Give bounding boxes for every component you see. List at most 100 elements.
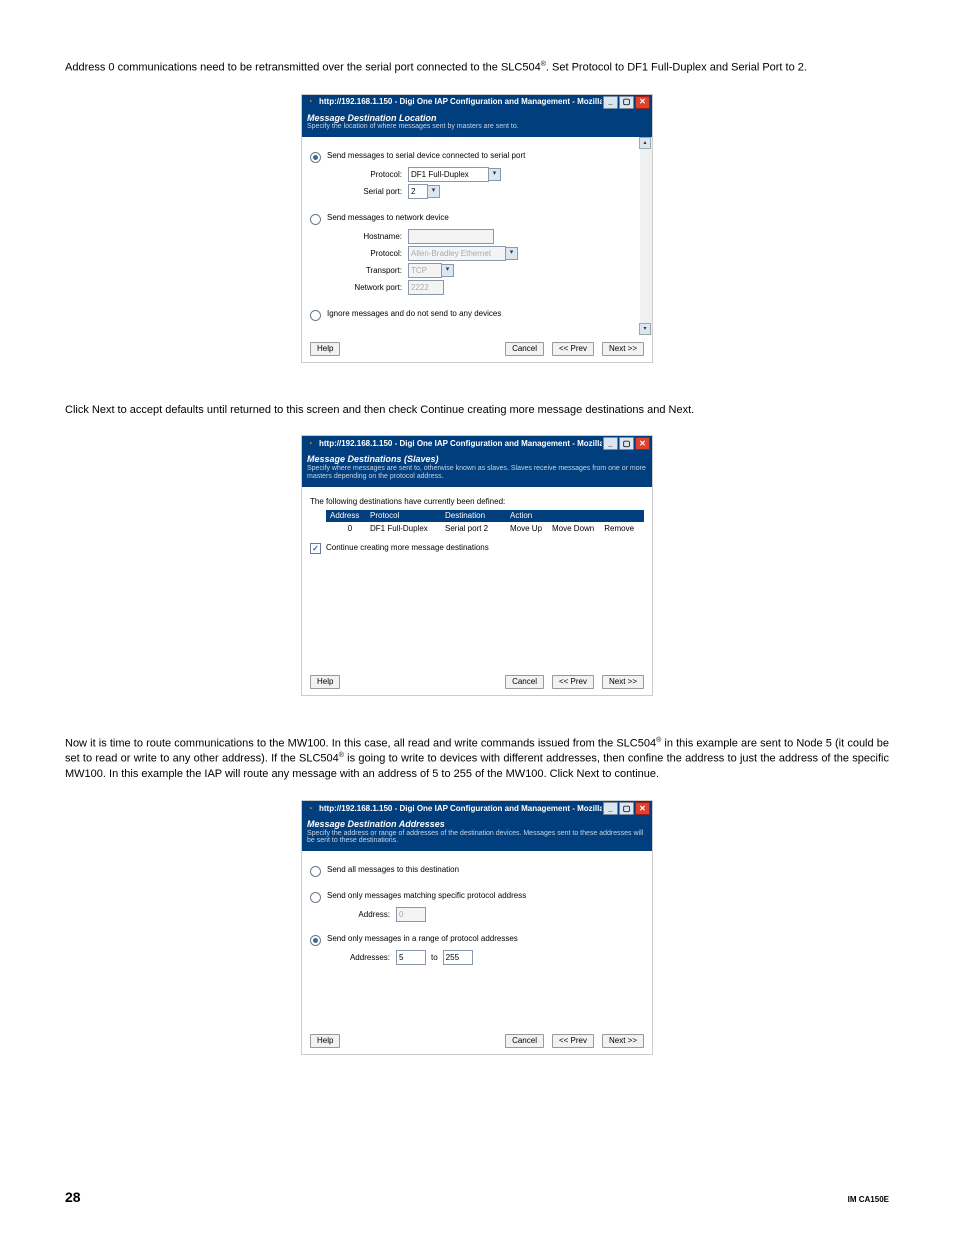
label-address: Address:: [340, 910, 390, 920]
action-move-down[interactable]: Move Down: [552, 524, 594, 534]
cancel-button[interactable]: Cancel: [505, 675, 544, 689]
label-to: to: [431, 953, 438, 963]
radio-icon: [310, 935, 321, 946]
radio-label: Ignore messages and do not send to any d…: [327, 309, 501, 319]
document-code: IM CA150E: [848, 1195, 889, 1204]
paragraph-1: Address 0 communications need to be retr…: [65, 60, 889, 76]
help-button[interactable]: Help: [310, 675, 340, 689]
panel-title: Message Destination Location: [307, 113, 647, 124]
radio-specific-address[interactable]: Send only messages matching specific pro…: [310, 891, 644, 903]
radio-all-messages[interactable]: Send all messages to this destination: [310, 865, 644, 877]
window-titlebar: ◔ http://192.168.1.150 - Digi One IAP Co…: [302, 95, 652, 110]
radio-label: Send only messages in a range of protoco…: [327, 934, 518, 944]
serial-port-select[interactable]: 2: [408, 184, 428, 199]
prev-button[interactable]: << Prev: [552, 1034, 594, 1048]
maximize-button[interactable]: ▢: [619, 96, 634, 109]
radio-network-device[interactable]: Send messages to network device: [310, 213, 632, 225]
next-button[interactable]: Next >>: [602, 675, 644, 689]
th-protocol: Protocol: [370, 511, 445, 521]
button-row: Help Cancel << Prev Next >>: [302, 668, 652, 695]
window-titlebar: ◔ http://192.168.1.150 - Digi One IAP Co…: [302, 801, 652, 816]
firefox-icon: ◔: [304, 438, 316, 450]
address-to-input[interactable]: 255: [443, 950, 473, 965]
label-protocol: Protocol:: [340, 170, 402, 180]
panel-subtitle: Specify where messages are sent to, othe…: [307, 465, 647, 480]
cell-destination: Serial port 2: [445, 524, 510, 534]
scroll-down-icon[interactable]: ▾: [639, 323, 651, 335]
button-row: Help Cancel << Prev Next >>: [302, 335, 652, 362]
label-addresses: Addresses:: [340, 953, 390, 963]
intro-text: The following destinations have currentl…: [310, 497, 644, 507]
panel-title: Message Destinations (Slaves): [307, 454, 647, 465]
paragraph-2: Click Next to accept defaults until retu…: [65, 403, 889, 418]
cell-protocol: DF1 Full-Duplex: [370, 524, 445, 534]
panel-subtitle: Specify the location of where messages s…: [307, 123, 647, 131]
radio-icon: [310, 310, 321, 321]
th-destination: Destination: [445, 511, 510, 521]
window-title: http://192.168.1.150 - Digi One IAP Conf…: [319, 439, 602, 449]
checkbox-icon: ✓: [310, 543, 321, 554]
help-button[interactable]: Help: [310, 1034, 340, 1048]
firefox-icon: ◔: [304, 96, 316, 108]
protocol-select[interactable]: DF1 Full-Duplex: [408, 167, 489, 182]
label-net-protocol: Protocol:: [340, 249, 402, 259]
radio-range-addresses[interactable]: Send only messages in a range of protoco…: [310, 934, 644, 946]
help-button[interactable]: Help: [310, 342, 340, 356]
window-title: http://192.168.1.150 - Digi One IAP Conf…: [319, 97, 602, 107]
cancel-button[interactable]: Cancel: [505, 1034, 544, 1048]
minimize-button[interactable]: _: [603, 437, 618, 450]
th-address: Address: [330, 511, 370, 521]
prev-button[interactable]: << Prev: [552, 675, 594, 689]
radio-serial-device[interactable]: Send messages to serial device connected…: [310, 151, 632, 163]
transport-select[interactable]: TCP: [408, 263, 442, 278]
network-port-input[interactable]: 2222: [408, 280, 444, 295]
address-input[interactable]: 0: [396, 907, 426, 922]
button-row: Help Cancel << Prev Next >>: [302, 1027, 652, 1054]
chevron-down-icon[interactable]: ▾: [488, 168, 501, 181]
window-titlebar: ◔ http://192.168.1.150 - Digi One IAP Co…: [302, 436, 652, 451]
address-from-input[interactable]: 5: [396, 950, 426, 965]
screenshot-dest-slaves: ◔ http://192.168.1.150 - Digi One IAP Co…: [301, 435, 653, 696]
minimize-button[interactable]: _: [603, 802, 618, 815]
firefox-icon: ◔: [304, 802, 316, 814]
next-button[interactable]: Next >>: [602, 1034, 644, 1048]
table-row: 0 DF1 Full-Duplex Serial port 2 Move Up …: [326, 522, 644, 536]
chevron-down-icon[interactable]: ▾: [427, 185, 440, 198]
panel-body: ▴ ▾ Send messages to serial device conne…: [302, 137, 652, 335]
hostname-input[interactable]: [408, 229, 494, 244]
panel-subtitle: Specify the address or range of addresse…: [307, 830, 647, 845]
maximize-button[interactable]: ▢: [619, 437, 634, 450]
label-hostname: Hostname:: [340, 232, 402, 242]
action-remove[interactable]: Remove: [604, 524, 634, 534]
net-protocol-select[interactable]: Allen-Bradley Ethernet: [408, 246, 506, 261]
cell-address: 0: [330, 524, 370, 534]
label-transport: Transport:: [340, 266, 402, 276]
p1-text-b: . Set Protocol to DF1 Full-Duplex and Se…: [546, 62, 807, 74]
checkbox-continue[interactable]: ✓ Continue creating more message destina…: [310, 543, 644, 554]
maximize-button[interactable]: ▢: [619, 802, 634, 815]
chevron-down-icon[interactable]: ▾: [505, 247, 518, 260]
prev-button[interactable]: << Prev: [552, 342, 594, 356]
page-footer: 28 IM CA150E: [65, 1189, 889, 1205]
minimize-button[interactable]: _: [603, 96, 618, 109]
page-number: 28: [65, 1189, 81, 1205]
radio-ignore[interactable]: Ignore messages and do not send to any d…: [310, 309, 632, 321]
panel-title: Message Destination Addresses: [307, 819, 647, 830]
scroll-up-icon[interactable]: ▴: [639, 137, 651, 149]
radio-label: Send messages to serial device connected…: [327, 151, 525, 161]
checkbox-label: Continue creating more message destinati…: [326, 543, 489, 553]
panel-body: Send all messages to this destination Se…: [302, 851, 652, 1027]
radio-label: Send all messages to this destination: [327, 865, 459, 875]
close-button[interactable]: ✕: [635, 96, 650, 109]
chevron-down-icon[interactable]: ▾: [441, 264, 454, 277]
window-title: http://192.168.1.150 - Digi One IAP Conf…: [319, 804, 602, 814]
cancel-button[interactable]: Cancel: [505, 342, 544, 356]
radio-icon: [310, 152, 321, 163]
next-button[interactable]: Next >>: [602, 342, 644, 356]
close-button[interactable]: ✕: [635, 802, 650, 815]
paragraph-3: Now it is time to route communications t…: [65, 736, 889, 782]
action-move-up[interactable]: Move Up: [510, 524, 542, 534]
th-action: Action: [510, 511, 640, 521]
radio-icon: [310, 866, 321, 877]
close-button[interactable]: ✕: [635, 437, 650, 450]
